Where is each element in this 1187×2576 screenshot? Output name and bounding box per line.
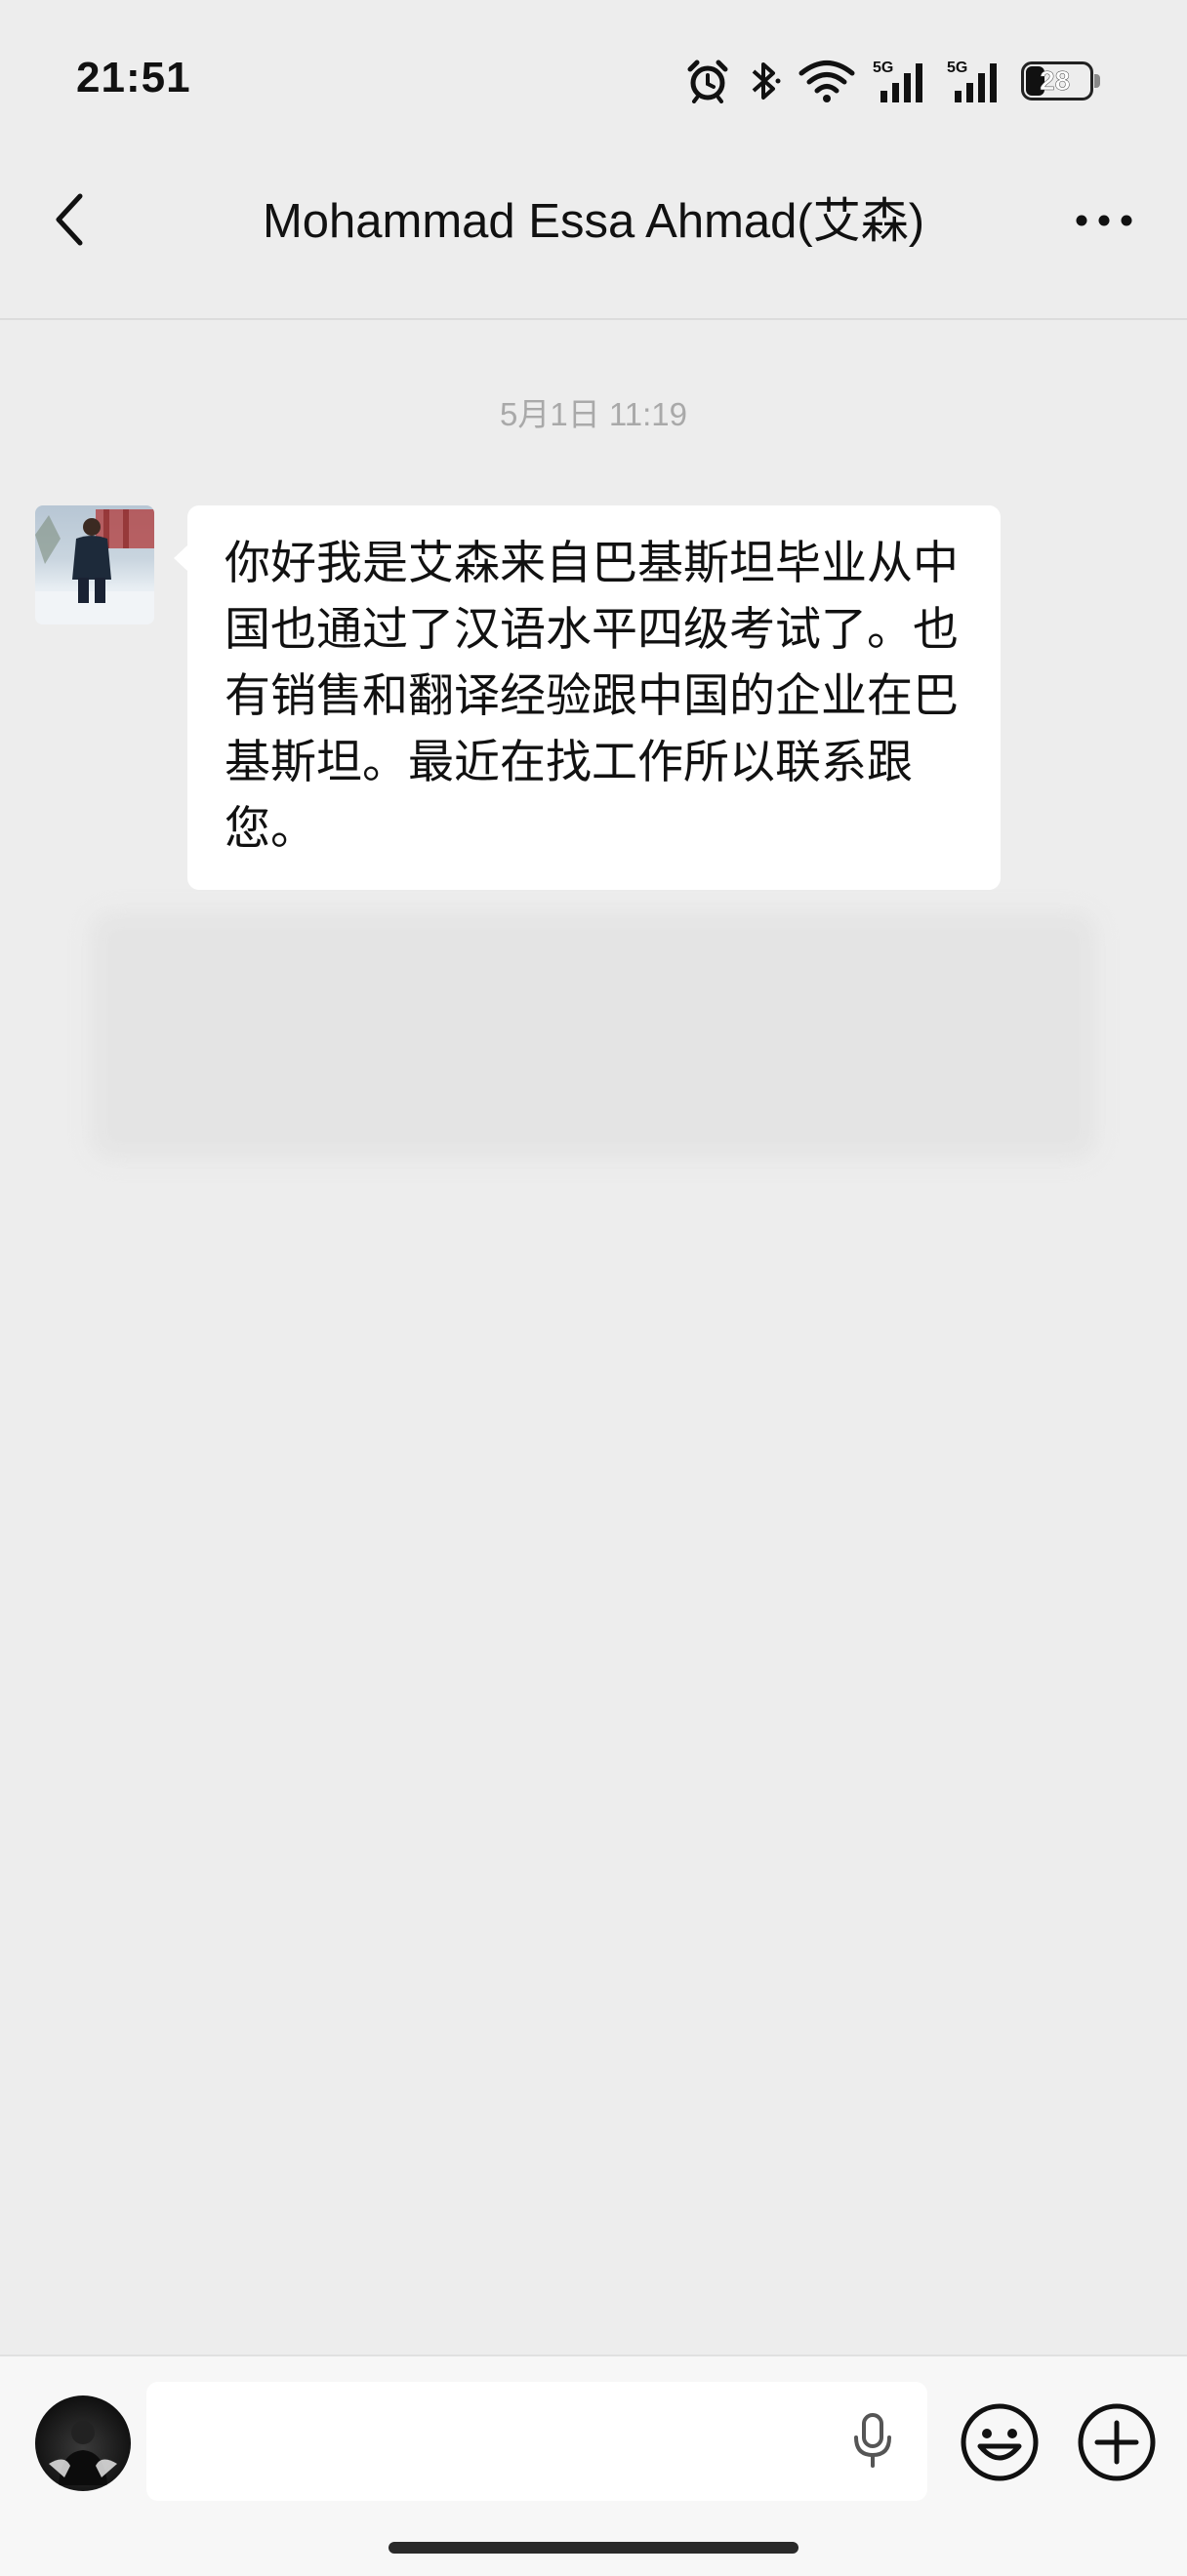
message-timestamp: 5月1日 11:19 [499,396,687,432]
chevron-left-icon [51,192,90,251]
status-icons: 5G 5G 28 [685,57,1100,105]
chat-area[interactable]: 5月1日 11:19 你好我是艾森来自巴基斯坦毕业从中国也通过了汉语水平四级考试… [0,320,1187,2355]
signal-icon: 5G [873,58,929,104]
more-dots-icon [1075,213,1133,231]
signal-icon: 5G [947,58,1003,104]
more-options-button[interactable] [1070,190,1138,253]
blurred-message [90,911,1097,1160]
message-bubble[interactable]: 你好我是艾森来自巴基斯坦毕业从中国也通过了汉语水平四级考试了。也有销售和翻译经验… [174,505,1001,890]
voice-input-button[interactable] [841,2411,904,2474]
chat-header: Mohammad Essa Ahmad(艾森) [0,161,1187,320]
alarm-icon [685,59,730,103]
status-time: 21:51 [76,54,191,101]
microphone-icon [851,2412,894,2473]
status-bar: 21:51 5G 5G 28 [0,0,1187,161]
bluetooth-icon [748,59,781,103]
chat-title: Mohammad Essa Ahmad(艾森) [262,195,925,248]
back-button[interactable] [39,190,102,253]
home-indicator[interactable] [389,2542,798,2554]
wifi-icon [798,59,855,103]
battery-level: 28 [1040,65,1071,97]
message-input[interactable] [146,2382,927,2501]
more-functions-button[interactable] [1076,2403,1158,2485]
input-bar [0,2355,1187,2576]
plus-circle-icon [1076,2401,1158,2487]
contact-avatar[interactable] [35,505,154,624]
emoji-button[interactable] [959,2403,1041,2485]
message-text: 你好我是艾森来自巴基斯坦毕业从中国也通过了汉语水平四级考试了。也有销售和翻译经验… [225,537,959,856]
battery-icon: 28 [1021,61,1100,101]
user-avatar[interactable] [35,2395,131,2491]
emoji-icon [959,2401,1041,2487]
